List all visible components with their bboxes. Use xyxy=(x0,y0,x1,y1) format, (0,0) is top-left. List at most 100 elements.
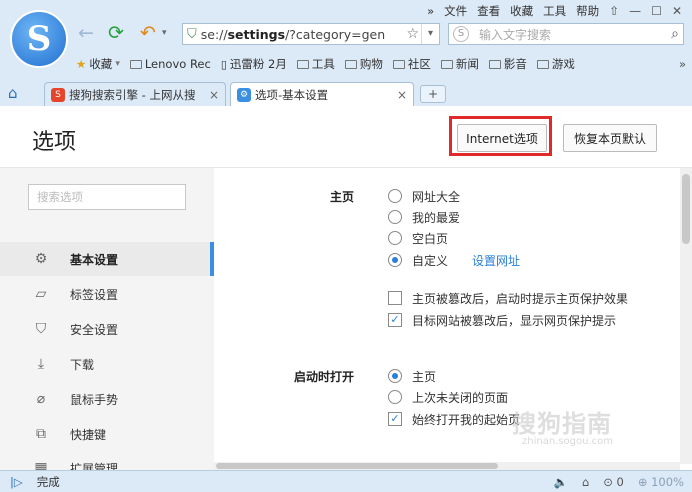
sidebar-item-extensions[interactable]: ▦ 扩展管理 xyxy=(0,452,214,470)
url-path: /?category=gen xyxy=(285,26,386,42)
bookmark-tools[interactable]: 工具 xyxy=(296,56,335,72)
radio-button-selected[interactable] xyxy=(388,369,402,383)
zoom-control[interactable]: ⊕ 100% xyxy=(638,475,684,489)
briefcase-icon[interactable]: ⌂ xyxy=(582,475,589,489)
browser-chrome: S » 文件 查看 收藏 工具 帮助 ⇧ — ☐ ✕ ← ⟳ ↶ ▾ ⛉ se:… xyxy=(0,0,692,106)
menu-tools[interactable]: 工具 xyxy=(543,3,566,19)
speaker-icon[interactable]: 🔈 xyxy=(554,475,568,489)
sidebar-item-download[interactable]: ⤓ 下载 xyxy=(0,347,214,381)
close-window-icon[interactable]: ✕ xyxy=(672,4,682,18)
menu-more[interactable]: » xyxy=(427,4,434,18)
folder-icon xyxy=(488,59,501,69)
option-label: 始终打开我的起始页 xyxy=(412,412,521,427)
startup-option-last-session[interactable]: 上次未关闭的页面 xyxy=(388,388,508,406)
homepage-option-navigation[interactable]: 网址大全 xyxy=(388,187,460,205)
bookmark-community[interactable]: 社区 xyxy=(392,56,431,72)
skin-icon[interactable]: ⇧ xyxy=(609,4,619,18)
address-bar[interactable]: ⛉ se://settings/?category=gen ☆ ▾ xyxy=(182,23,440,45)
startup-start-page-check[interactable]: ✓ 始终打开我的起始页 xyxy=(388,410,520,428)
star-icon[interactable]: ☆ xyxy=(406,26,421,42)
bookmark-label: 迅雷粉 2月 xyxy=(229,57,287,71)
folder-icon xyxy=(392,59,405,69)
homepage-tamper-check[interactable]: 主页被篡改后，启动时提示主页保护效果 xyxy=(388,289,628,307)
checkbox-checked[interactable]: ✓ xyxy=(388,412,402,426)
search-icon[interactable]: ⌕ xyxy=(671,26,679,42)
bookmarks-more[interactable]: » xyxy=(679,57,686,71)
zoom-icon: ⊕ xyxy=(637,474,648,489)
option-label: 主页被篡改后，启动时提示主页保护效果 xyxy=(412,291,629,306)
sidebar-item-label: 安全设置 xyxy=(70,322,119,337)
menu-help[interactable]: 帮助 xyxy=(576,3,599,19)
tab-settings[interactable]: ⚙ 选项-基本设置 × xyxy=(230,82,414,106)
radio-button[interactable] xyxy=(388,231,402,245)
tab-sogou-search[interactable]: S 搜狗搜索引擎 - 上网从搜 × xyxy=(44,82,226,106)
sidebar-item-basic[interactable]: ⚙ 基本设置 xyxy=(0,242,214,276)
bookmark-games[interactable]: 游戏 xyxy=(536,56,575,72)
new-tab-button[interactable]: + xyxy=(420,85,446,103)
menu-view[interactable]: 查看 xyxy=(477,3,500,19)
download-count-icon: ⊙ xyxy=(603,474,613,489)
site-tamper-check[interactable]: ✓ 目标网站被篡改后，显示网页保护提示 xyxy=(388,311,616,329)
close-tab-icon[interactable]: × xyxy=(209,88,219,102)
bookmark-media[interactable]: 影音 xyxy=(488,56,527,72)
bookmark-xunlei[interactable]: ▯ 迅雷粉 2月 xyxy=(221,56,287,72)
horizontal-scrollbar[interactable] xyxy=(214,462,680,470)
sidebar-item-shortcuts[interactable]: ⧉ 快捷键 xyxy=(0,417,214,451)
bookmark-label: 收藏 xyxy=(89,57,113,71)
radio-button[interactable] xyxy=(388,390,402,404)
bookmark-favorites[interactable]: ★ 收藏 ▾ xyxy=(76,56,120,72)
radio-button[interactable] xyxy=(388,189,402,203)
maximize-icon[interactable]: ☐ xyxy=(651,4,662,18)
option-label: 上次未关闭的页面 xyxy=(412,390,509,405)
sidebar-toggle-icon[interactable]: |▷ xyxy=(10,475,23,489)
menu-file[interactable]: 文件 xyxy=(444,3,467,19)
settings-sidebar: 搜索选项 ⚙ 基本设置 ⏥ 标签设置 ⛉ 安全设置 ⤓ 下载 ⌀ 鼠标手势 ⧉ … xyxy=(0,168,214,470)
security-shield-icon: ⛉ xyxy=(187,26,197,42)
sogou-logo[interactable]: S xyxy=(10,10,68,68)
restore-defaults-button[interactable]: 恢复本页默认 xyxy=(563,124,657,152)
sidebar-item-label: 扩展管理 xyxy=(70,462,119,470)
checkbox-checked[interactable]: ✓ xyxy=(388,313,402,327)
download-count: 0 xyxy=(616,474,624,489)
homepage-option-blank[interactable]: 空白页 xyxy=(388,229,448,247)
vertical-scrollbar[interactable] xyxy=(680,168,692,464)
search-engine-icon[interactable]: S xyxy=(453,26,469,42)
sidebar-item-security[interactable]: ⛉ 安全设置 xyxy=(0,312,214,346)
radio-button-selected[interactable] xyxy=(388,253,402,267)
undo-dropdown-icon[interactable]: ▾ xyxy=(162,22,167,44)
homepage-option-favorites[interactable]: 我的最爱 xyxy=(388,208,460,226)
sidebar-item-tabs[interactable]: ⏥ 标签设置 xyxy=(0,277,214,311)
bookmark-news[interactable]: 新闻 xyxy=(440,56,479,72)
radio-button[interactable] xyxy=(388,210,402,224)
startup-option-homepage[interactable]: 主页 xyxy=(388,367,436,385)
shortcut-icon: ⧉ xyxy=(36,426,46,442)
tab-strip: ⌂ S 搜狗搜索引擎 - 上网从搜 × ⚙ 选项-基本设置 × + xyxy=(0,80,692,106)
bookmark-lenovo[interactable]: Lenovo Rec xyxy=(129,57,211,71)
search-box[interactable]: S 输入文字搜索 ⌕ xyxy=(448,23,684,45)
close-tab-icon[interactable]: × xyxy=(397,88,407,102)
undo-icon[interactable]: ↶ xyxy=(140,22,156,44)
bookmark-label: 工具 xyxy=(311,57,335,71)
shield-icon: ⛉ xyxy=(35,321,47,337)
download-status[interactable]: ⊙ 0 xyxy=(603,475,624,489)
bookmark-label: 购物 xyxy=(359,57,383,71)
back-arrow-icon[interactable]: ← xyxy=(78,22,94,44)
sidebar-item-mouse[interactable]: ⌀ 鼠标手势 xyxy=(0,382,214,416)
minimize-icon[interactable]: — xyxy=(629,4,641,18)
refresh-icon[interactable]: ⟳ xyxy=(108,22,124,44)
homepage-option-custom[interactable]: 自定义 设置网址 xyxy=(388,251,520,269)
scrollbar-thumb[interactable] xyxy=(682,174,690,244)
bookmark-shopping[interactable]: 购物 xyxy=(344,56,383,72)
option-label: 主页 xyxy=(412,369,437,384)
set-url-link[interactable]: 设置网址 xyxy=(472,252,520,269)
scrollbar-thumb[interactable] xyxy=(216,463,498,469)
sidebar-search-input[interactable]: 搜索选项 xyxy=(28,184,186,210)
tab-label: 选项-基本设置 xyxy=(255,87,329,102)
home-icon[interactable]: ⌂ xyxy=(8,84,18,102)
search-placeholder: 输入文字搜索 xyxy=(479,27,552,42)
menu-bar: » 文件 查看 收藏 工具 帮助 ⇧ — ☐ ✕ xyxy=(427,2,682,20)
address-dropdown-icon[interactable]: ▾ xyxy=(421,24,439,44)
checkbox[interactable] xyxy=(388,291,402,305)
menu-favorites[interactable]: 收藏 xyxy=(510,3,533,19)
download-icon: ⤓ xyxy=(37,356,45,372)
